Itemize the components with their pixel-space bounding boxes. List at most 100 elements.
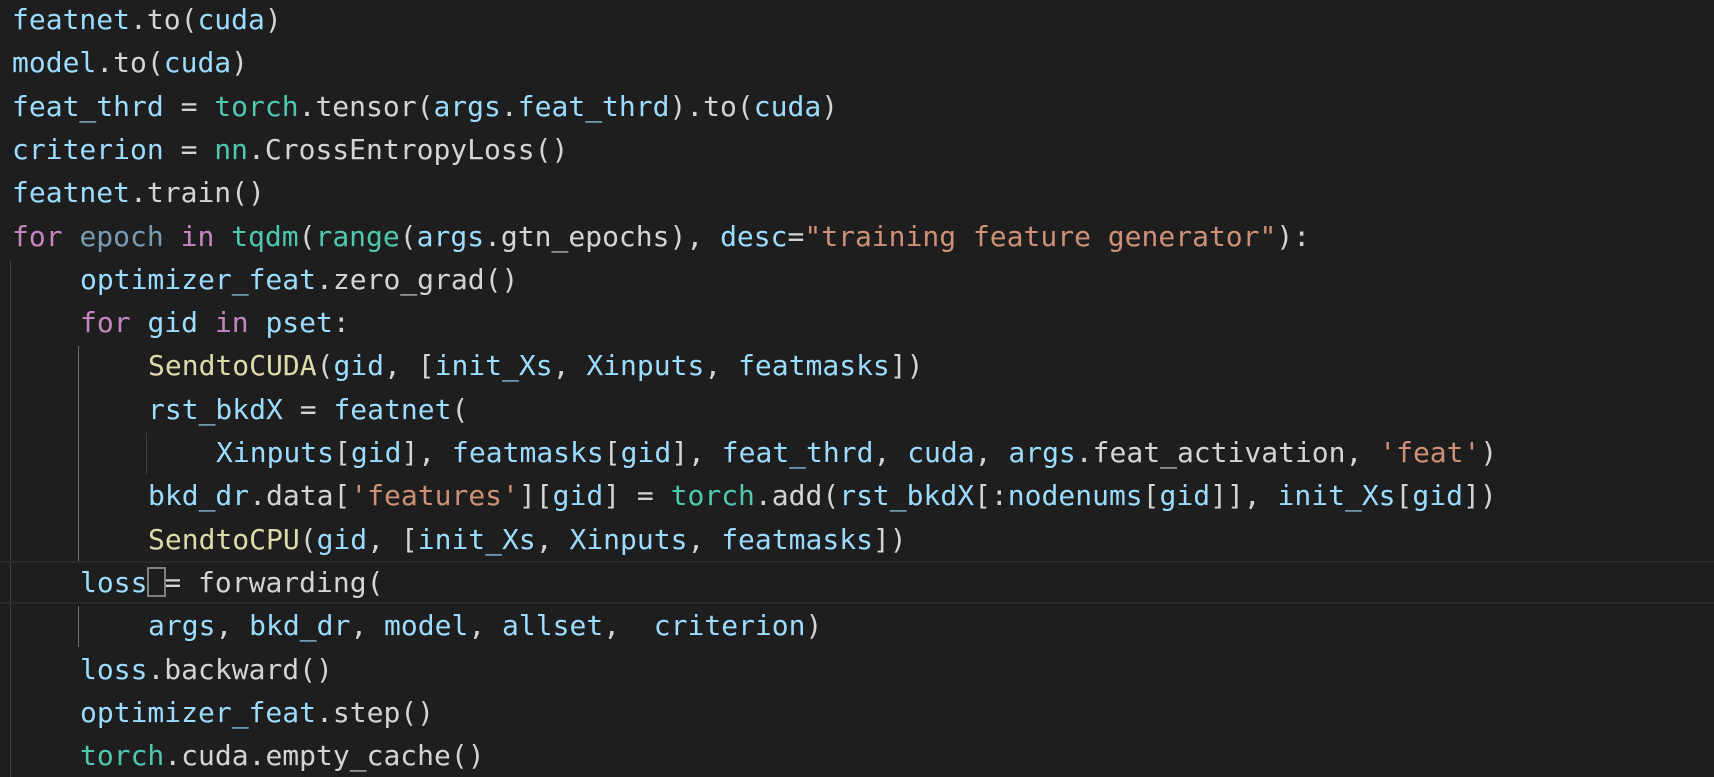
code-token: 'features' — [350, 479, 519, 513]
code-token: .train() — [130, 176, 265, 210]
code-token: optimizer_feat — [80, 262, 317, 296]
code-token: = forwarding( — [147, 565, 384, 599]
code-token: optimizer_feat — [80, 695, 317, 729]
code-token: range — [315, 219, 400, 253]
bracket-match-highlight — [147, 566, 166, 597]
code-token: torch — [80, 739, 165, 773]
code-token: .cuda.empty_cache() — [164, 739, 485, 773]
code-token: criterion — [653, 609, 806, 643]
code-token: featnet — [12, 3, 131, 36]
code-token: ) — [1480, 436, 1498, 469]
code-token: gid — [552, 479, 604, 513]
code-line[interactable]: bkd_dr.data['features'][gid] = torch.add… — [148, 474, 1497, 517]
code-token: [ — [334, 436, 351, 469]
code-token: [ — [603, 436, 621, 469]
code-token: nn — [214, 132, 249, 166]
code-token: , [ — [384, 349, 435, 383]
code-line[interactable]: SendtoCUDA(gid, [init_Xs, Xinputs, featm… — [148, 344, 924, 387]
code-token: featnet — [12, 176, 131, 210]
code-line[interactable]: featnet.to(cuda) — [12, 0, 282, 41]
code-token: to — [113, 46, 147, 80]
code-token: ] = — [603, 479, 671, 513]
code-token: Xinputs — [569, 522, 688, 556]
code-token: feat_thrd — [721, 436, 874, 469]
code-token: ) — [264, 3, 282, 36]
code-token: epoch — [79, 219, 164, 253]
code-token: [ — [1142, 479, 1160, 513]
code-token: init_Xs — [417, 522, 536, 556]
code-token: , — [974, 436, 1009, 469]
code-token: ( — [399, 219, 417, 253]
code-token: gid — [620, 436, 672, 469]
code-token: = — [787, 219, 805, 253]
code-token: desc — [720, 219, 788, 253]
code-token: ).to( — [669, 89, 754, 123]
code-token: , — [468, 609, 503, 643]
code-token: . — [130, 3, 147, 36]
code-token: featnet — [333, 392, 452, 426]
code-token: .CrossEntropyLoss() — [248, 132, 569, 166]
code-line[interactable]: loss = forwarding( — [80, 561, 383, 604]
code-line[interactable]: args, bkd_dr, model, allset, criterion) — [148, 604, 822, 647]
code-token: for — [80, 306, 131, 340]
code-line[interactable]: criterion = nn.CrossEntropyLoss() — [12, 128, 568, 171]
indent-guide — [10, 259, 11, 777]
code-token: , — [687, 522, 722, 556]
code-token: . — [96, 46, 114, 80]
code-token: in — [214, 306, 249, 340]
code-token: , — [215, 609, 250, 643]
code-token: model — [384, 609, 469, 643]
code-line[interactable]: optimizer_feat.zero_grad() — [80, 258, 518, 301]
code-token: SendtoCUDA — [148, 349, 317, 383]
code-token: ) — [821, 89, 839, 123]
code-line[interactable]: Xinputs[gid], featmasks[gid], feat_thrd,… — [216, 431, 1497, 474]
code-token: ( — [451, 392, 469, 426]
code-token: .tensor( — [298, 89, 434, 123]
code-token: .backward() — [147, 652, 333, 686]
code-token: args — [433, 89, 501, 123]
code-token: args — [416, 219, 485, 253]
code-token: init_Xs — [434, 349, 553, 383]
code-token: gid — [316, 522, 368, 556]
code-line[interactable]: rst_bkdX = featnet( — [148, 388, 468, 431]
code-token: ( — [299, 522, 317, 556]
code-line[interactable]: for epoch in tqdm(range(args.gtn_epochs)… — [12, 215, 1310, 258]
code-token: bkd_dr — [148, 479, 250, 513]
indent-guide — [78, 606, 79, 648]
code-token: featmasks — [738, 349, 890, 383]
code-token: loss — [80, 565, 148, 599]
code-line[interactable]: loss.backward() — [80, 648, 333, 691]
code-token: , — [535, 522, 570, 556]
code-token: .step() — [316, 695, 435, 729]
code-token: , — [873, 436, 908, 469]
code-token: model — [12, 46, 97, 80]
code-line[interactable]: for gid in pset: — [80, 301, 350, 344]
code-token: args — [148, 609, 216, 643]
code-token: Xinputs — [216, 436, 335, 469]
code-token: , [ — [367, 522, 418, 556]
code-token: nodenums — [1007, 479, 1143, 513]
code-line[interactable]: SendtoCPU(gid, [init_Xs, Xinputs, featma… — [148, 518, 907, 561]
code-token: rst_bkdX — [839, 479, 975, 513]
code-line[interactable]: optimizer_feat.step() — [80, 691, 434, 734]
code-token: = — [282, 392, 334, 426]
code-token: "training feature generator" — [804, 219, 1277, 253]
code-line[interactable]: model.to(cuda) — [12, 41, 248, 84]
code-editor[interactable]: featnet.to(cuda) model.to(cuda) feat_thrd … — [0, 0, 1714, 777]
code-token: ( — [180, 3, 198, 36]
code-token: pset — [265, 306, 333, 340]
code-token: gid — [147, 306, 199, 340]
code-token: Xinputs — [586, 349, 705, 383]
code-token: criterion — [12, 132, 164, 166]
code-token: cuda — [753, 89, 822, 123]
code-line[interactable]: feat_thrd = torch.tensor(args.feat_thrd)… — [12, 85, 838, 128]
code-token: cuda — [163, 46, 232, 80]
code-line[interactable]: torch.cuda.empty_cache() — [80, 734, 485, 777]
current-line-highlight-top — [0, 560, 1714, 563]
code-token: tqdm — [231, 219, 299, 253]
code-token: ): — [1276, 219, 1311, 253]
code-line[interactable]: featnet.train() — [12, 171, 265, 214]
